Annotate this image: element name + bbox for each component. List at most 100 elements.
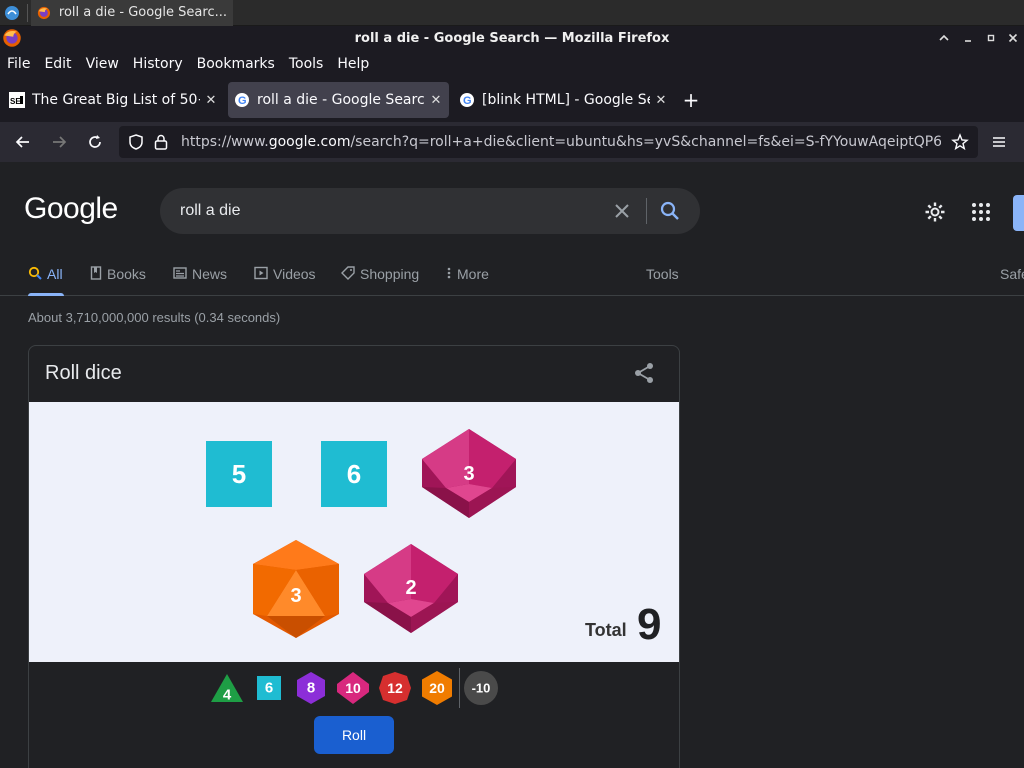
settings-gear-icon[interactable] [923,200,947,224]
nav-tab-more[interactable]: More [446,258,489,296]
window-titlebar: roll a die - Google Search — Mozilla Fir… [0,26,1024,50]
clear-icon[interactable] [610,199,634,223]
google-icon: G [459,92,475,108]
svg-text:6: 6 [265,680,273,697]
google-results-page: Google All Books [0,162,1024,768]
rolled-dice: 5 6 3 3 2 [206,429,516,638]
die-value: 3 [463,463,474,485]
add-d12-button[interactable]: 12 [377,670,413,706]
lock-icon[interactable] [153,133,169,155]
rolled-die-d10: 3 [422,429,516,518]
menu-edit[interactable]: Edit [44,56,71,72]
menu-bar: File Edit View History Bookmarks Tools H… [0,50,1024,78]
reload-icon[interactable] [80,127,110,157]
roll-button[interactable]: Roll [314,716,394,754]
taskbar-window-button[interactable]: roll a die - Google Searc... [31,0,233,26]
video-icon [254,266,268,280]
menu-view[interactable]: View [86,56,119,72]
rolled-die-d6: 5 [206,441,272,507]
nav-tools[interactable]: Tools [646,258,679,296]
tab-close-icon[interactable]: ✕ [654,93,668,108]
menu-help[interactable]: Help [337,56,369,72]
window-maximize-up-icon[interactable] [933,26,955,50]
total-value: 9 [637,600,662,649]
rolled-die-d10: 2 [364,544,458,633]
menu-tools[interactable]: Tools [289,56,324,72]
hamburger-menu-icon[interactable] [990,133,1008,155]
navigation-toolbar: https://www.google.com/search?q=roll+a+d… [0,122,1024,162]
tab-roll-a-die[interactable]: G roll a die - Google Search ✕ [228,82,449,118]
nav-tab-news[interactable]: News [173,258,227,296]
svg-text:SE: SE [10,97,21,106]
tab-strip: SE The Great Big List of 50+ ✕ G roll a … [0,78,1024,122]
tab-blink-html[interactable]: G [blink HTML] - Google Se ✕ [453,82,674,118]
sign-in-button[interactable] [1013,195,1024,231]
window-title: roll a die - Google Search — Mozilla Fir… [354,30,670,46]
window-minimize-icon[interactable] [957,26,979,50]
svg-text:8: 8 [307,680,315,697]
tab-close-icon[interactable]: ✕ [429,93,443,108]
search-divider [646,198,647,224]
card-title: Roll dice [45,362,122,384]
apps-grid-icon[interactable] [969,200,993,224]
google-icon: G [234,92,250,108]
rolled-die-d6: 6 [321,441,387,507]
search-input[interactable] [180,188,600,234]
dots-vertical-icon [446,266,452,280]
add-d8-button[interactable]: 8 [293,670,329,706]
menu-file[interactable]: File [7,56,30,72]
svg-text:12: 12 [387,680,403,696]
window-restore-icon[interactable] [980,26,1002,50]
result-stats: About 3,710,000,000 results (0.34 second… [28,310,281,325]
svg-text:4: 4 [223,687,232,704]
shield-icon[interactable] [127,133,145,155]
window-close-icon[interactable] [1002,26,1024,50]
share-icon[interactable] [632,361,656,385]
tag-icon [341,266,355,280]
add-d10-button[interactable]: 10 [335,670,371,706]
new-tab-plus-icon[interactable]: + [678,87,704,113]
taskbar-divider [27,3,28,22]
svg-text:G: G [238,95,247,107]
forward-arrow-icon[interactable] [44,127,74,157]
url-bar[interactable]: https://www.google.com/search?q=roll+a+d… [119,126,978,158]
add-modifier-button[interactable]: -10 [463,670,499,706]
url-text[interactable]: https://www.google.com/search?q=roll+a+d… [181,126,941,158]
google-logo[interactable]: Google [24,192,118,226]
system-menu-icon[interactable] [0,0,24,26]
add-d6-button[interactable]: 6 [251,670,287,706]
menu-history[interactable]: History [133,56,183,72]
tab-label: [blink HTML] - Google Se [482,92,650,108]
taskbar-window-title: roll a die - Google Searc... [58,5,227,20]
tab-great-big-list[interactable]: SE The Great Big List of 50+ ✕ [3,82,224,118]
back-arrow-icon[interactable] [8,127,38,157]
tab-label: roll a die - Google Search [257,92,425,108]
os-taskbar: roll a die - Google Searc... [0,0,1024,26]
bookmark-star-icon[interactable] [951,133,969,155]
total-label: Total [585,620,627,640]
die-value: 3 [290,585,301,607]
menu-bookmarks[interactable]: Bookmarks [197,56,275,72]
nav-tab-shopping[interactable]: Shopping [341,258,419,296]
svg-text:G: G [463,95,472,107]
nav-safesearch[interactable]: Safe [1000,258,1024,296]
search-nav-tabs: All Books News Videos Shopping More Tool… [0,258,1024,296]
die-value: 5 [232,459,246,489]
sec-icon: SE [9,92,25,108]
search-icon[interactable] [658,199,682,223]
svg-text:20: 20 [429,680,445,696]
die-value: 2 [405,577,416,599]
nav-tab-books[interactable]: Books [90,258,146,296]
tab-label: The Great Big List of 50+ [32,92,200,108]
news-icon [173,266,187,280]
add-d20-button[interactable]: 20 [419,670,455,706]
svg-text:-10: -10 [472,681,491,696]
add-d4-button[interactable]: 4 [209,670,245,706]
search-icon [28,266,42,280]
tab-close-icon[interactable]: ✕ [204,93,218,108]
roll-dice-card: Roll dice 5 6 3 3 2 Total 9 4 6 8 10 12 … [28,345,680,768]
dice-display-area: 5 6 3 3 2 Total 9 [29,402,679,662]
nav-tab-videos[interactable]: Videos [254,258,316,296]
search-box [160,188,700,234]
nav-tab-all[interactable]: All [28,258,64,296]
